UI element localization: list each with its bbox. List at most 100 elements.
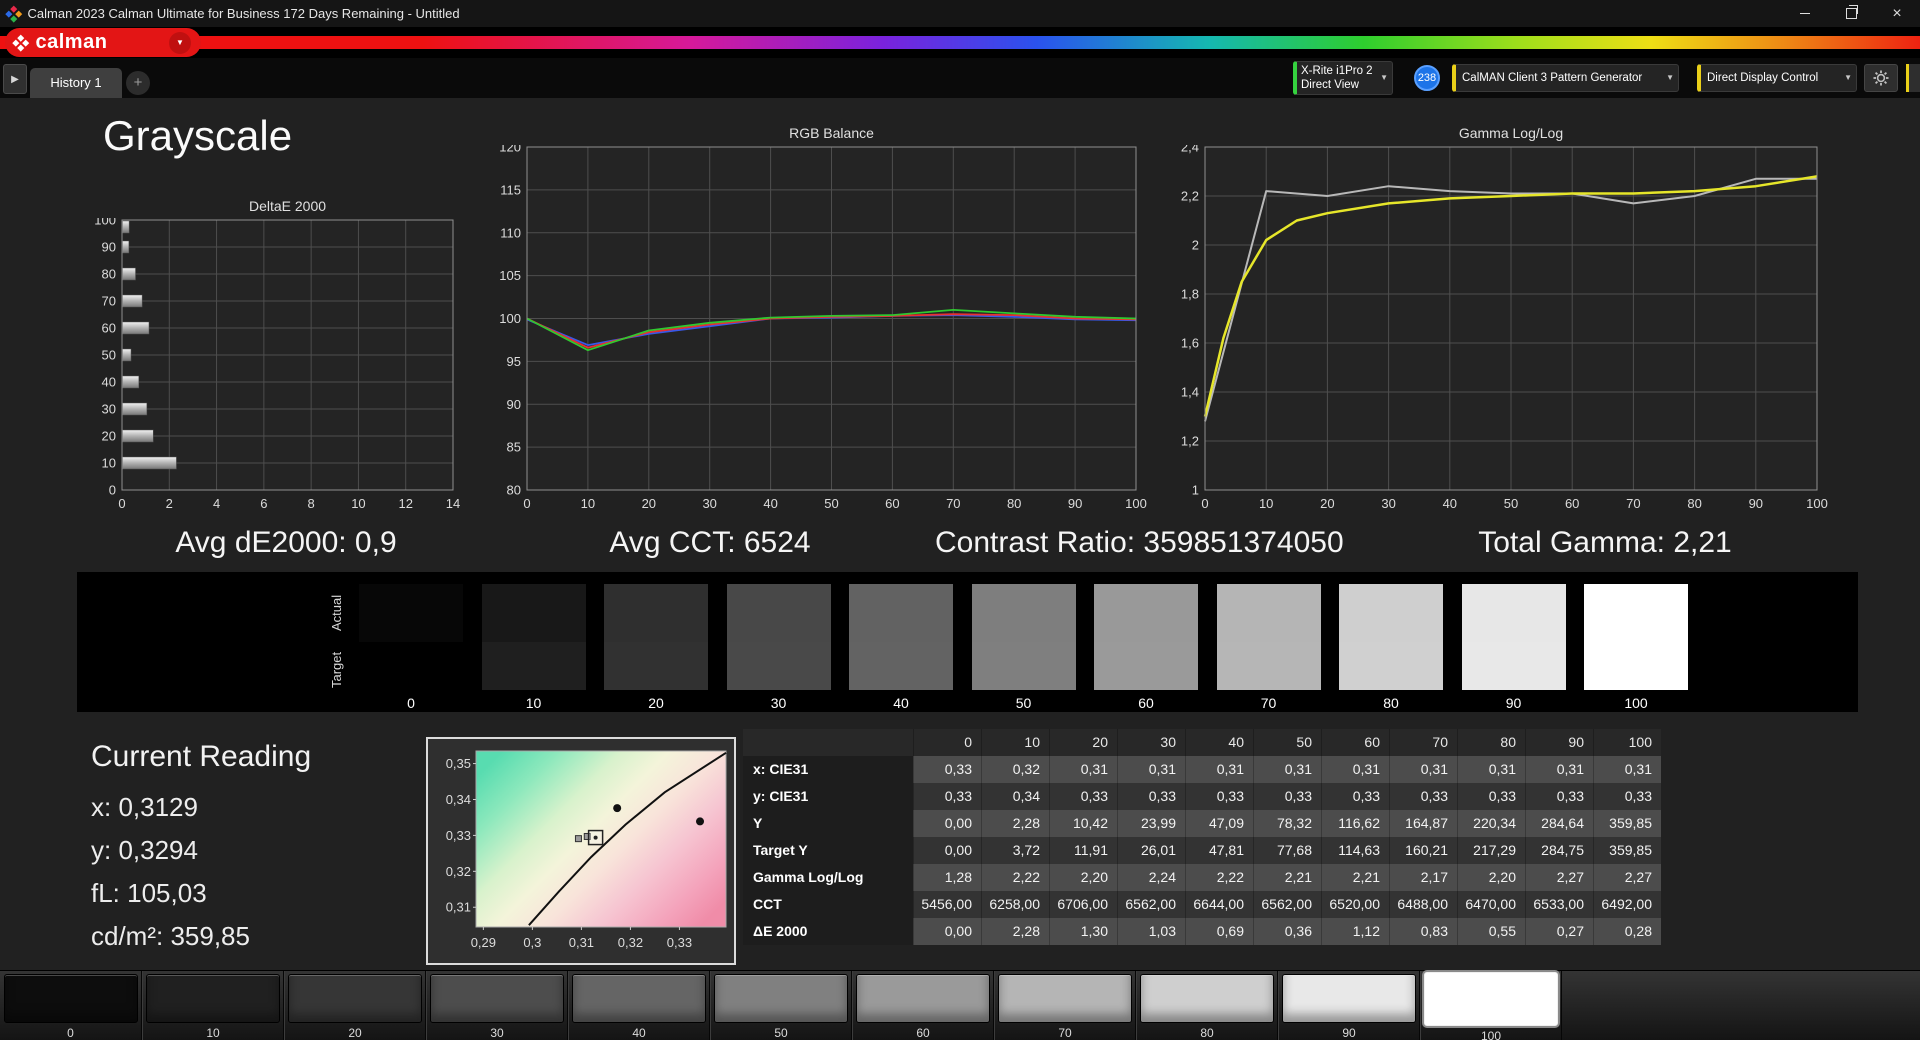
pattern-label: 70: [1058, 1026, 1072, 1040]
svg-text:2: 2: [166, 496, 173, 511]
pattern-slot-80: 80: [1136, 971, 1278, 1040]
minimize-button[interactable]: [1782, 0, 1828, 27]
svg-text:110: 110: [500, 225, 521, 240]
svg-text:80: 80: [507, 483, 521, 498]
tab-history-1[interactable]: History 1: [30, 68, 122, 98]
pattern-slot-40: 40: [568, 971, 710, 1040]
window-controls: ×: [1782, 0, 1920, 27]
svg-text:0: 0: [109, 483, 116, 498]
pattern-button-30[interactable]: [430, 974, 564, 1023]
pattern-slot-0: 0: [0, 971, 142, 1040]
table-cell: 1,30: [1049, 918, 1117, 945]
swatch-target: [1339, 642, 1443, 690]
pattern-button-10[interactable]: [146, 974, 280, 1023]
pattern-label: 100: [1480, 1029, 1502, 1040]
pattern-button-0[interactable]: [3, 974, 138, 1023]
pattern-label: 10: [206, 1026, 220, 1040]
pattern-button-90[interactable]: [1282, 974, 1416, 1023]
settings-button[interactable]: [1864, 64, 1898, 92]
display-control-dropdown[interactable]: Direct Display Control ▼: [1697, 64, 1857, 92]
svg-text:2: 2: [1192, 238, 1199, 253]
stat-contrast-ratio: Contrast Ratio: 359851374050: [935, 526, 1344, 559]
maximize-button[interactable]: [1828, 0, 1874, 27]
tab-bar: ▶ History 1 + X-Rite i1Pro 2 Direct View…: [0, 58, 1920, 98]
rgb-balance-chart-panel: RGB Balance 0 10 20 30 40 50 60 70 80 90 100 80 85 90 9…: [490, 125, 1170, 517]
target-row-label: Target: [329, 651, 344, 689]
svg-text:2,4: 2,4: [1181, 145, 1199, 155]
table-cell: 2,28: [981, 810, 1049, 837]
svg-text:80: 80: [1007, 496, 1021, 511]
svg-text:105: 105: [499, 268, 521, 283]
svg-text:10: 10: [351, 496, 365, 511]
svg-text:90: 90: [1749, 496, 1763, 511]
table-column-header: 70: [1389, 729, 1457, 756]
swatch-label: 30: [770, 695, 787, 711]
table-cell: 77,68: [1253, 837, 1321, 864]
svg-text:1,2: 1,2: [1181, 434, 1199, 449]
table-cell: 47,81: [1185, 837, 1253, 864]
swatch-target: [1094, 642, 1198, 690]
display-control-label: Direct Display Control: [1707, 72, 1819, 84]
table-cell: 0,32: [981, 756, 1049, 783]
pattern-button-40[interactable]: [572, 974, 706, 1023]
cie-chart: 0,35 0,34 0,33 0,32 0,31 0,29 0,3 0,31 0,32 0,33: [446, 750, 727, 950]
calman-logo-text: calman: [35, 31, 108, 53]
svg-text:80: 80: [1687, 496, 1701, 511]
meter-dropdown[interactable]: X-Rite i1Pro 2 Direct View ▼: [1293, 61, 1393, 95]
swatch-60: 60: [1094, 584, 1198, 711]
restore-icon: [1845, 5, 1858, 19]
meter-status-badge[interactable]: 238: [1414, 65, 1440, 91]
pattern-button-60[interactable]: [856, 974, 990, 1023]
table-cell: 220,34: [1457, 810, 1525, 837]
table-cell: 11,91: [1049, 837, 1117, 864]
swatch-patch: [1461, 584, 1566, 690]
table-row-y-cie31: y: CIE31 0,33 0,34 0,33 0,33 0,33 0,33 0,33 0,33…: [743, 783, 1661, 810]
svg-text:30: 30: [702, 496, 716, 511]
table-cell: 6533,00: [1525, 891, 1593, 918]
table-column-header: 90: [1525, 729, 1593, 756]
pattern-button-70[interactable]: [998, 974, 1132, 1023]
swatch-patch: [971, 584, 1076, 690]
pattern-button-20[interactable]: [288, 974, 422, 1023]
pattern-slot-20: 20: [284, 971, 426, 1040]
add-tab-button[interactable]: +: [126, 71, 150, 95]
meter-line1: X-Rite i1Pro 2: [1301, 65, 1373, 77]
table-column-header: 20: [1049, 729, 1117, 756]
pattern-button-100[interactable]: [1424, 972, 1558, 1026]
svg-text:2,2: 2,2: [1181, 189, 1199, 204]
svg-text:95: 95: [507, 354, 521, 369]
swatch-actual: [604, 584, 708, 642]
table-cell: 160,21: [1389, 837, 1457, 864]
calman-logo-icon: [12, 34, 29, 51]
table-row-gamma-log-log: Gamma Log/Log 1,28 2,22 2,20 2,24 2,22 2,21 2,2…: [743, 864, 1661, 891]
pattern-button-50[interactable]: [714, 974, 848, 1023]
table-cell: 2,20: [1049, 864, 1117, 891]
svg-text:40: 40: [102, 375, 116, 390]
swatch-actual: [1461, 584, 1566, 642]
history-nav-button[interactable]: ▶: [3, 64, 27, 94]
svg-text:1: 1: [1192, 483, 1199, 498]
title-bar: Calman 2023 Calman Ultimate for Business…: [0, 0, 1920, 27]
pattern-button-80[interactable]: [1140, 974, 1274, 1023]
pattern-label: 60: [916, 1026, 930, 1040]
meter-line2: Direct View: [1301, 79, 1359, 91]
pattern-slot-30: 30: [426, 971, 568, 1040]
current-reading-title: Current Reading: [91, 740, 312, 773]
swatch-target: [849, 642, 953, 690]
pattern-generator-dropdown[interactable]: CalMAN Client 3 Pattern Generator ▼: [1452, 64, 1679, 92]
close-button[interactable]: ×: [1874, 0, 1920, 27]
svg-text:12: 12: [398, 496, 412, 511]
table-cell: 1,12: [1321, 918, 1389, 945]
swatch-40: 40: [849, 584, 953, 711]
table-cell: 2,21: [1321, 864, 1389, 891]
svg-text:0,33: 0,33: [446, 828, 471, 843]
table-cell: 114,63: [1321, 837, 1389, 864]
calman-menu-button[interactable]: calman ▼: [5, 28, 201, 57]
svg-text:14: 14: [446, 496, 460, 511]
current-reading-line-0: x: 0,3129: [91, 792, 198, 822]
swatch-30: 30: [726, 584, 831, 711]
svg-text:0,31: 0,31: [569, 935, 594, 950]
swatch-actual: [359, 584, 463, 642]
table-cell: 0,28: [1593, 918, 1661, 945]
table-cell: 1,28: [913, 864, 981, 891]
